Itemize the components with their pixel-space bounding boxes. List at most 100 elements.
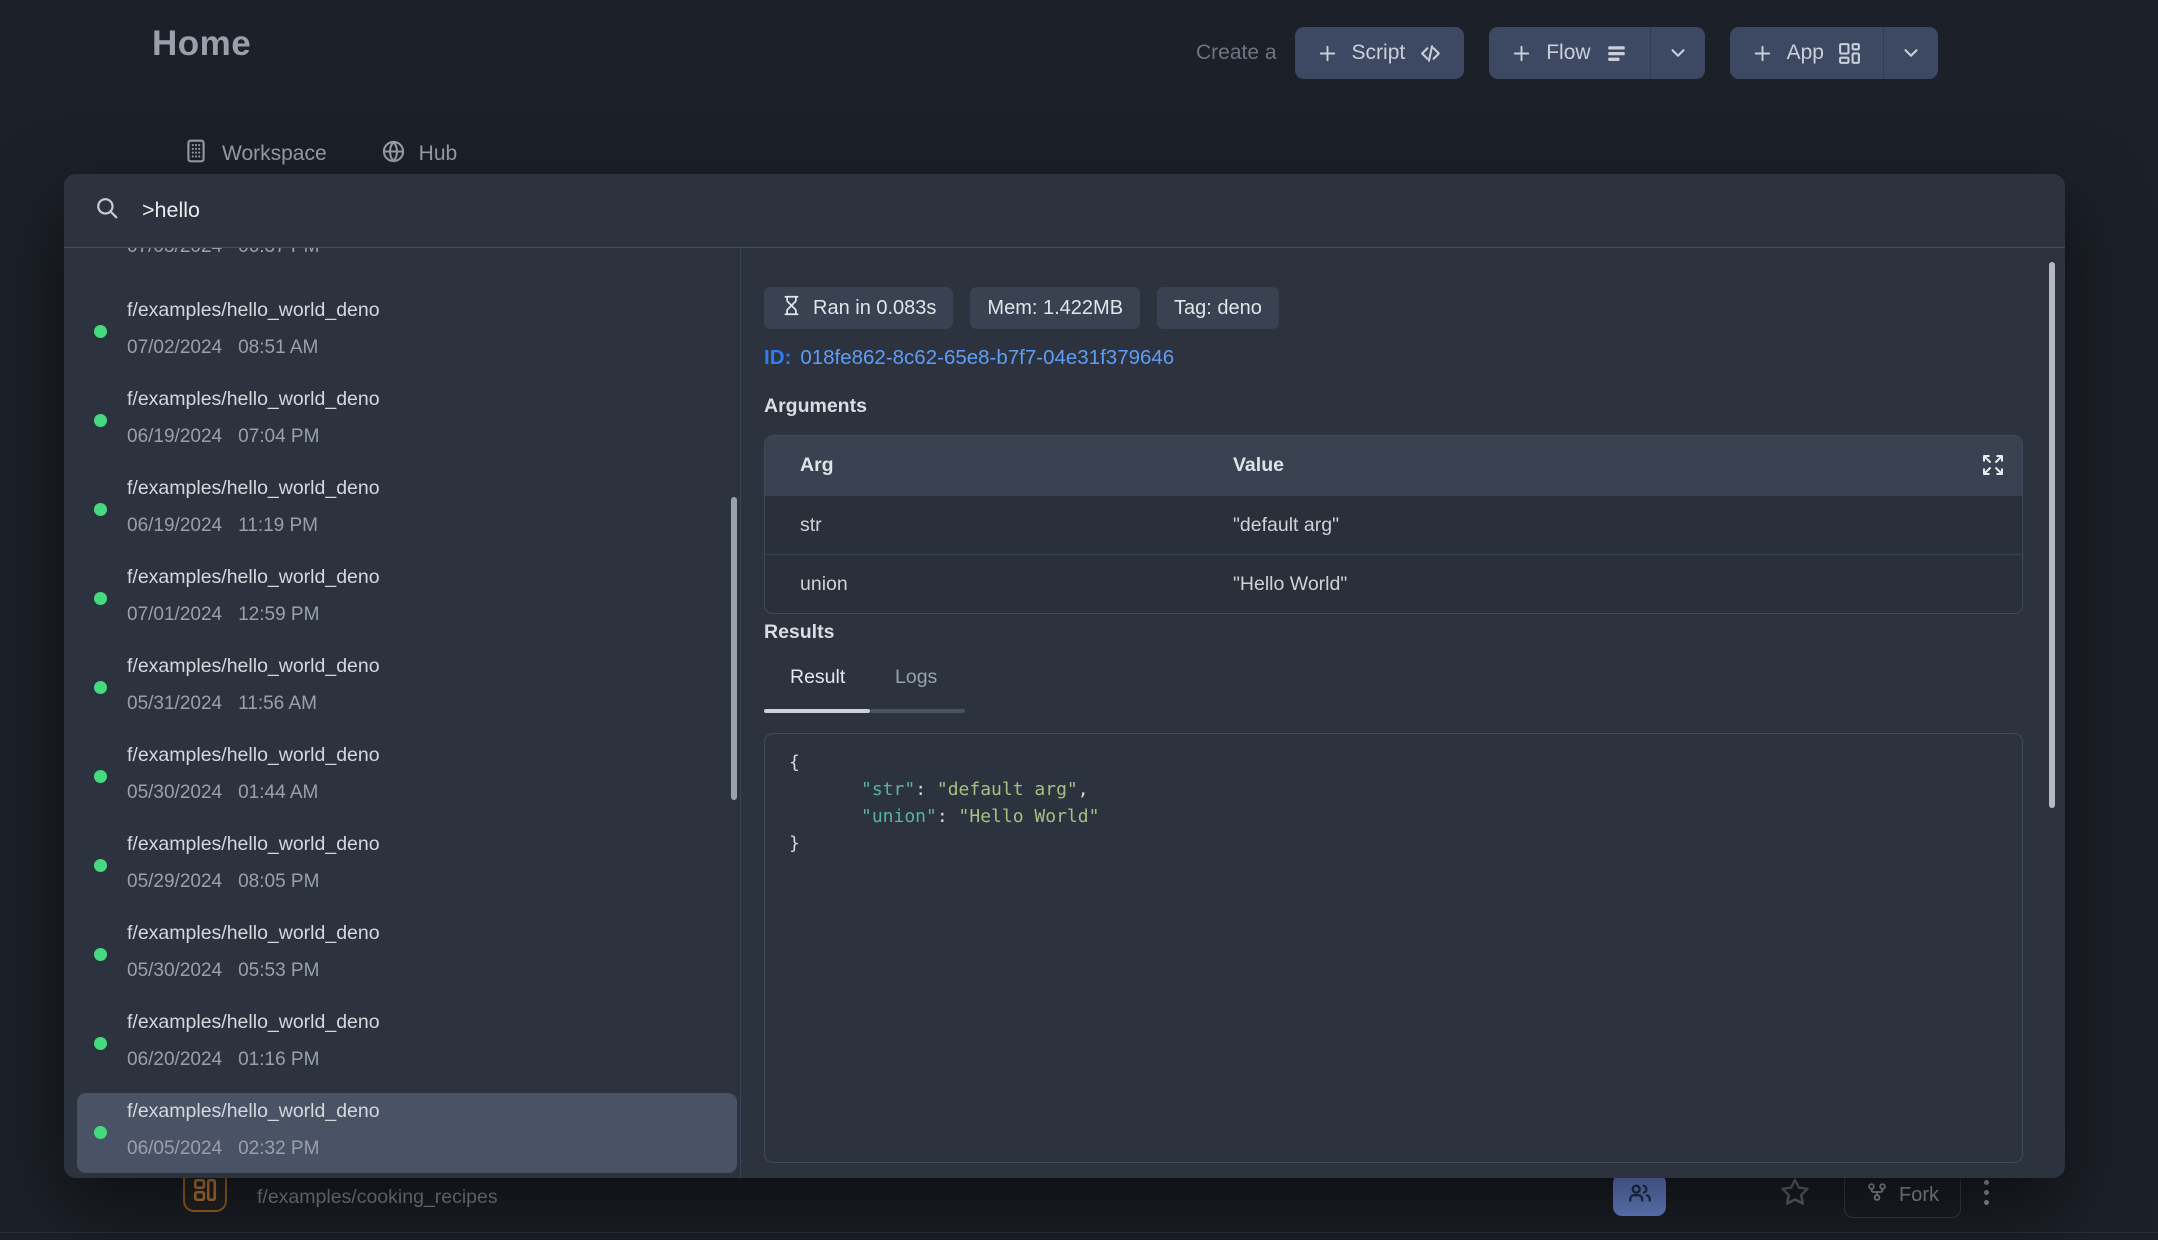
list-item[interactable]: f/examples/hello_world_deno 05/31/202411…: [77, 648, 737, 728]
table-row: union "Hello World": [765, 554, 2022, 613]
tag-badge: Tag: deno: [1157, 287, 1279, 329]
tab-workspace-label: Workspace: [222, 142, 327, 166]
run-timestamp: 05/30/202401:44 AM: [127, 782, 318, 804]
success-dot-icon: [94, 1126, 107, 1139]
tab-hub-label: Hub: [419, 142, 458, 166]
tab-hub[interactable]: Hub: [381, 139, 458, 170]
runs-list-scrollbar[interactable]: [731, 497, 737, 800]
page-title: Home: [152, 24, 251, 64]
fork-button-label: Fork: [1899, 1184, 1939, 1207]
run-path: f/examples/hello_world_deno: [127, 299, 380, 322]
star-icon[interactable]: [1779, 1176, 1811, 1213]
run-path: f/examples/hello_world_deno: [127, 1100, 380, 1123]
plus-icon: [1316, 42, 1339, 65]
column-header-value: Value: [1233, 454, 2022, 477]
app-path[interactable]: f/examples/cooking_recipes: [257, 1186, 498, 1209]
home-page: Home Create a Script Flow: [0, 0, 2158, 1240]
arguments-table-header: Arg Value: [765, 436, 2022, 495]
run-path: f/examples/hello_world_deno: [127, 477, 380, 500]
run-path: f/examples/hello_world_deno: [127, 566, 380, 589]
tab-logs[interactable]: Logs: [895, 666, 937, 689]
list-item[interactable]: f/examples/hello_world_deno 07/01/202412…: [77, 559, 737, 639]
success-dot-icon: [94, 325, 107, 338]
arg-value: "default arg": [1233, 514, 2022, 537]
success-dot-icon: [94, 1037, 107, 1050]
search-icon: [94, 195, 120, 226]
flow-icon: [1604, 41, 1629, 66]
members-badge[interactable]: [1613, 1174, 1666, 1216]
list-item[interactable]: f/examples/hello_world_deno 05/30/202405…: [77, 915, 737, 995]
fork-button[interactable]: Fork: [1844, 1172, 1961, 1218]
create-app-label: App: [1787, 41, 1824, 65]
app-dropdown-button[interactable]: [1883, 27, 1938, 79]
memory-badge-label: Mem: 1.422MB: [987, 297, 1123, 320]
arg-name: union: [765, 573, 1233, 596]
run-timestamp: 05/30/202405:53 PM: [127, 960, 319, 982]
run-path: f/examples/hello_world_deno: [127, 744, 380, 767]
create-flow-label: Flow: [1546, 41, 1590, 65]
table-row: str "default arg": [765, 495, 2022, 554]
memory-badge: Mem: 1.422MB: [970, 287, 1140, 329]
app-grid-icon: [1837, 41, 1862, 66]
create-script-button[interactable]: Script: [1295, 27, 1465, 79]
run-id-row: ID:018fe862-8c62-65e8-b7f7-04e31f379646: [764, 346, 1174, 370]
success-dot-icon: [94, 770, 107, 783]
logs-tab-underline: [870, 709, 965, 713]
list-item[interactable]: f/examples/hello_world_deno 06/19/202411…: [77, 470, 737, 550]
tag-badge-label: Tag: deno: [1174, 297, 1262, 320]
list-item-selected[interactable]: f/examples/hello_world_deno 06/05/202402…: [77, 1093, 737, 1173]
duration-badge-label: Ran in 0.083s: [813, 297, 936, 320]
run-timestamp: 07/03/202406:37 PM: [127, 248, 319, 258]
list-item[interactable]: f/examples/hello_world_deno 05/30/202401…: [77, 737, 737, 817]
create-app-button[interactable]: App: [1730, 27, 1938, 79]
success-dot-icon: [94, 592, 107, 605]
run-timestamp: 06/05/202402:32 PM: [127, 1138, 319, 1160]
list-item[interactable]: f/examples/hello_world_deno 07/03/202406…: [77, 248, 737, 271]
create-row: Create a Script Flow: [1196, 27, 1938, 79]
hourglass-icon: [781, 295, 802, 322]
success-dot-icon: [94, 681, 107, 694]
json-value: "default arg": [937, 779, 1078, 800]
search-input[interactable]: [142, 198, 1342, 223]
detail-panel-scrollbar[interactable]: [2049, 262, 2055, 808]
list-item[interactable]: f/examples/hello_world_deno 05/29/202408…: [77, 826, 737, 906]
duration-badge: Ran in 0.083s: [764, 287, 953, 329]
list-item[interactable]: f/examples/hello_world_deno 07/02/202408…: [77, 292, 737, 372]
view-tabs: Workspace Hub: [183, 138, 457, 170]
chevron-down-icon: [1900, 42, 1922, 64]
arg-name: str: [765, 514, 1233, 537]
run-timestamp: 07/02/202408:51 AM: [127, 337, 318, 359]
run-timestamp: 05/29/202408:05 PM: [127, 871, 319, 893]
plus-icon: [1510, 42, 1533, 65]
building-icon: [183, 138, 209, 170]
run-detail-panel: Ran in 0.083s Mem: 1.422MB Tag: deno ID:…: [741, 248, 2065, 1178]
run-path: f/examples/hello_world_deno: [127, 922, 380, 945]
tab-result[interactable]: Result: [790, 666, 845, 689]
run-timestamp: 06/19/202407:04 PM: [127, 426, 319, 448]
kebab-icon[interactable]: [1984, 1180, 1989, 1205]
code-icon: [1418, 41, 1443, 66]
create-label: Create a: [1196, 41, 1277, 65]
run-path: f/examples/hello_world_deno: [127, 388, 380, 411]
divider: [0, 1232, 2158, 1233]
results-title: Results: [764, 621, 834, 644]
list-item[interactable]: f/examples/hello_world_deno 06/19/202407…: [77, 381, 737, 461]
create-script-label: Script: [1352, 41, 1406, 65]
list-item[interactable]: f/examples/hello_world_deno 06/20/202401…: [77, 1004, 737, 1084]
run-timestamp: 07/01/202412:59 PM: [127, 604, 319, 626]
expand-icon[interactable]: [1981, 453, 2005, 483]
run-path: f/examples/hello_world_deno: [127, 833, 380, 856]
json-key: "str": [861, 779, 915, 800]
chevron-down-icon: [1667, 42, 1689, 64]
run-timestamp: 06/19/202411:19 PM: [127, 515, 318, 537]
tab-workspace[interactable]: Workspace: [183, 138, 327, 170]
success-dot-icon: [94, 859, 107, 872]
json-key: "union": [861, 806, 937, 827]
active-tab-underline: [764, 709, 870, 713]
arguments-table: Arg Value str "default arg" union "Hello…: [764, 435, 2023, 614]
create-flow-button[interactable]: Flow: [1489, 27, 1704, 79]
run-path: f/examples/hello_world_deno: [127, 1011, 380, 1034]
flow-dropdown-button[interactable]: [1650, 27, 1705, 79]
run-id-link[interactable]: 018fe862-8c62-65e8-b7f7-04e31f379646: [800, 346, 1174, 369]
plus-icon: [1751, 42, 1774, 65]
